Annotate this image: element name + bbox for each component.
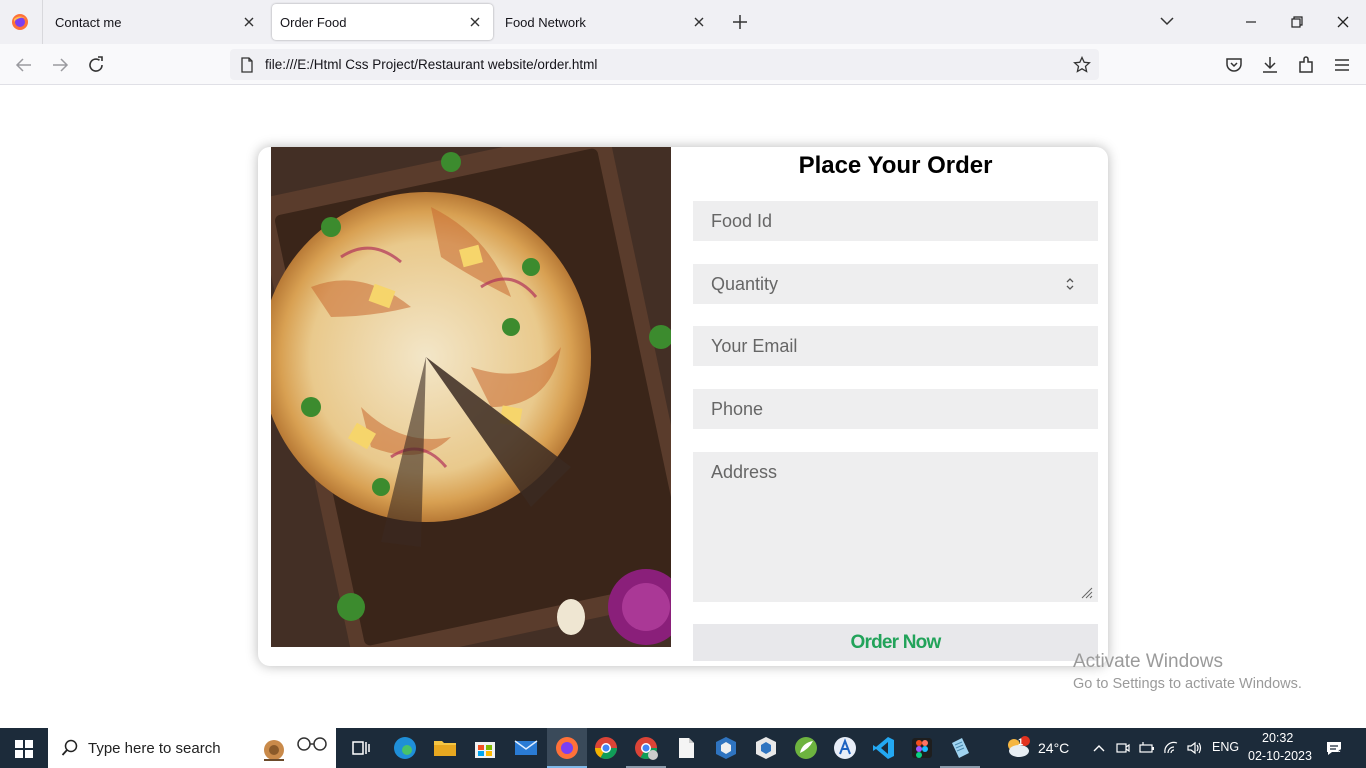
new-tab-icon[interactable] [731,13,749,31]
back-arrow-icon[interactable] [14,55,34,75]
netbeans-icon[interactable] [753,735,779,761]
close-tab-icon[interactable] [693,16,705,28]
taskbar-search-box[interactable]: Type here to search [48,728,336,768]
search-highlight-illustration-icon [264,737,327,761]
vscode-icon[interactable] [870,735,896,761]
url-text[interactable]: file:///E:/Html Css Project/Restaurant w… [265,57,597,72]
quantity-stepper-icon[interactable] [1064,275,1076,293]
meet-now-icon[interactable] [1115,740,1131,756]
close-window-icon[interactable] [1333,12,1353,32]
virtualbox-icon[interactable] [713,735,739,761]
notification-count: 1 [1338,748,1344,758]
windows-taskbar: Type here to search 1 24°C ENG 20:32 02-… [0,728,1366,768]
pocket-icon[interactable] [1224,55,1244,75]
language-indicator[interactable]: ENG [1212,740,1239,754]
app-launcher-icon[interactable] [832,735,858,761]
bookmark-star-icon[interactable] [1073,56,1091,74]
mail-icon[interactable] [513,735,539,761]
pizza-image [271,147,671,647]
weather-temperature[interactable]: 24°C [1038,740,1069,756]
clock-date[interactable]: 02-10-2023 [1248,749,1312,763]
document-icon[interactable] [673,735,699,761]
clock-time[interactable]: 20:32 [1262,731,1293,745]
tab-label: Food Network [505,15,586,30]
page-icon [241,57,253,73]
search-placeholder: Type here to search [88,740,221,757]
figma-icon[interactable] [909,735,935,761]
reload-icon[interactable] [86,55,106,75]
resize-grip-icon[interactable] [1079,585,1093,599]
wifi-icon[interactable] [1163,740,1179,756]
form-title: Place Your Order [798,152,993,179]
tab-label: Contact me [55,15,122,30]
quantity-input[interactable] [693,264,1098,304]
volume-icon[interactable] [1186,740,1202,756]
close-tab-icon[interactable] [469,16,481,28]
task-view-icon[interactable] [348,735,374,761]
firefox-taskbar-icon[interactable] [554,735,580,761]
restore-icon[interactable] [1287,12,1307,32]
extensions-icon[interactable] [1296,55,1316,75]
chevron-up-icon[interactable] [1091,740,1107,756]
tab-food-network[interactable]: Food Network [492,4,717,40]
tab-bar: Contact me Order Food Food Network [0,0,1366,44]
tab-order-food[interactable]: Order Food [272,4,493,40]
watermark-line-2: Go to Settings to activate Windows. [1073,676,1302,692]
battery-icon[interactable] [1139,740,1155,756]
file-explorer-icon[interactable] [432,735,458,761]
address-bar[interactable]: file:///E:/Html Css Project/Restaurant w… [230,49,1099,80]
chevron-down-icon[interactable] [1160,15,1174,27]
phone-input[interactable] [693,389,1098,429]
email-input[interactable] [693,326,1098,366]
tab-contact-me[interactable]: Contact me [42,4,267,40]
notepad-icon[interactable] [947,735,973,761]
minimize-icon[interactable] [1241,12,1261,32]
download-icon[interactable] [1260,55,1280,75]
tab-label: Order Food [280,15,347,30]
order-card: Place Your Order Order Now [258,147,1108,666]
windows-start-icon[interactable] [15,740,33,758]
menu-icon[interactable] [1332,55,1352,75]
firefox-icon[interactable] [11,13,29,31]
spring-tools-icon[interactable] [793,735,819,761]
edge-icon[interactable] [392,735,418,761]
weather-badge: 1 [1018,737,1024,747]
activate-windows-watermark: Activate Windows Go to Settings to activ… [1073,651,1302,692]
microsoft-store-icon[interactable] [472,735,498,761]
order-now-button[interactable]: Order Now [693,624,1098,661]
forward-arrow-icon[interactable] [50,55,70,75]
food-id-input[interactable] [693,201,1098,241]
watermark-line-1: Activate Windows [1073,651,1223,672]
address-textarea[interactable] [693,452,1098,602]
navigation-toolbar: file:///E:/Html Css Project/Restaurant w… [0,44,1366,85]
chrome-profile-icon[interactable] [633,735,659,761]
search-icon [61,739,78,756]
chrome-icon[interactable] [593,735,619,761]
close-tab-icon[interactable] [243,16,255,28]
